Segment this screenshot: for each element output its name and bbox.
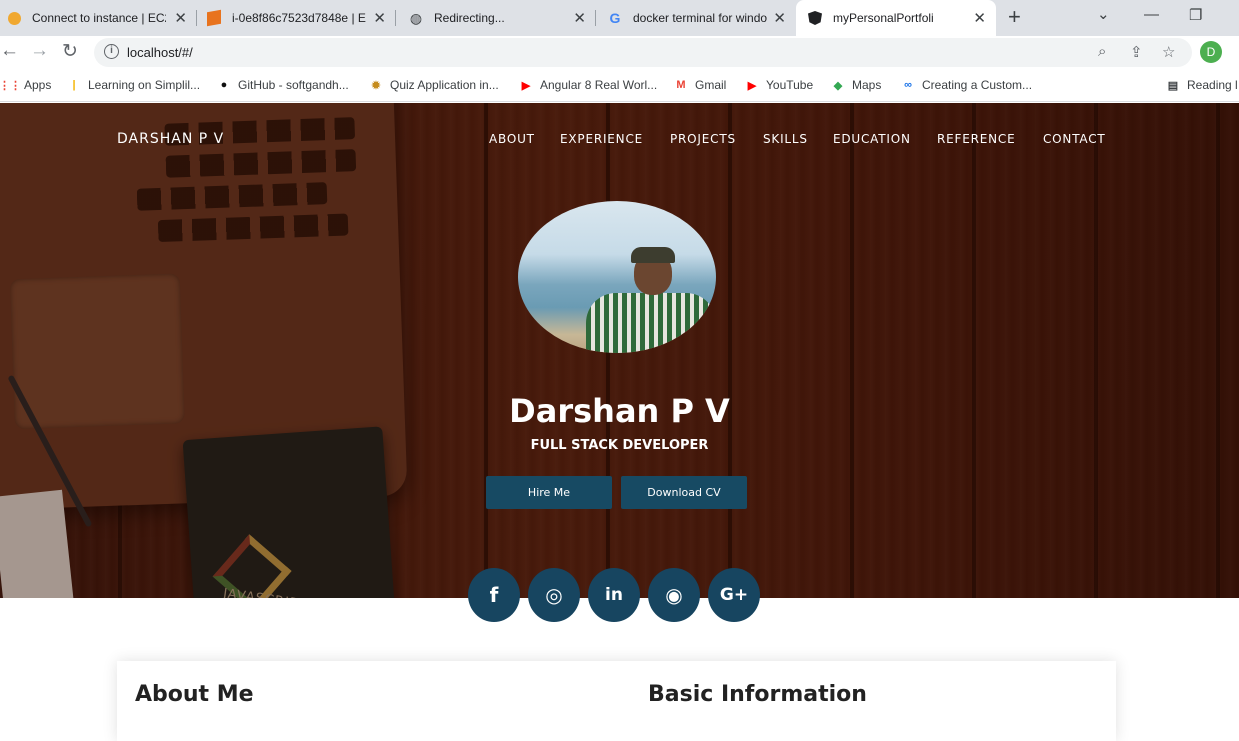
- bookmark-label: Gmail: [695, 78, 727, 92]
- ec2-icon: [206, 9, 222, 27]
- restore-icon[interactable]: ❐: [1189, 6, 1202, 24]
- close-icon[interactable]: ✕: [174, 9, 187, 27]
- apps-grid-icon: ⋮⋮: [0, 79, 21, 92]
- close-icon[interactable]: ✕: [573, 9, 586, 27]
- bookmark-github[interactable]: ● GitHub - softgandh...: [216, 77, 349, 93]
- close-icon[interactable]: ✕: [773, 9, 786, 27]
- bookmark-angular-yt[interactable]: ▶ Angular 8 Real Worl...: [518, 77, 657, 93]
- cc-icon: ∞: [904, 79, 912, 91]
- site-brand[interactable]: DARSHAN P V: [117, 131, 224, 147]
- tab-title: myPersonalPortfoli: [833, 11, 934, 25]
- facebook-icon[interactable]: f: [468, 568, 520, 622]
- nav-education[interactable]: EDUCATION: [833, 132, 911, 146]
- nav-experience[interactable]: EXPERIENCE: [560, 132, 643, 146]
- tab-ec2-connect[interactable]: Connect to instance | EC2 ✕: [0, 0, 197, 36]
- bookmark-label: YouTube: [766, 78, 814, 92]
- nav-projects[interactable]: PROJECTS: [670, 132, 736, 146]
- zoom-icon[interactable]: ⌕: [1098, 43, 1106, 60]
- bookmark-maps[interactable]: ◆ Maps: [830, 77, 882, 93]
- browser-toolbar: ← → ↻ i localhost/#/ ⌕ ⇪ ☆ D: [0, 36, 1239, 70]
- github-icon[interactable]: ◉: [648, 568, 700, 622]
- bookmark-gmail[interactable]: M Gmail: [673, 77, 726, 93]
- bookmarks-bar: ⋮⋮ Apps | Learning on Simplil... ● GitHu…: [0, 70, 1239, 102]
- bookmark-label: Creating a Custom...: [922, 78, 1033, 92]
- close-icon[interactable]: ✕: [373, 9, 386, 27]
- tab-docker-search[interactable]: G docker terminal for windo ✕: [596, 0, 796, 36]
- share-icon[interactable]: ⇪: [1130, 43, 1143, 61]
- angular-icon: [807, 10, 823, 26]
- hire-me-button[interactable]: Hire Me: [486, 476, 612, 509]
- bookmark-label: Reading l: [1187, 78, 1238, 92]
- about-heading: About Me: [135, 682, 254, 707]
- profile-photo: [518, 201, 716, 353]
- tab-strip: Connect to instance | EC2 ✕ i-0e8f86c752…: [0, 0, 1239, 36]
- photo-shirt: [586, 293, 716, 353]
- download-cv-button[interactable]: Download CV: [621, 476, 747, 509]
- tab-title: Connect to instance | EC2: [32, 11, 166, 25]
- tab-portfolio[interactable]: myPersonalPortfoli ✕: [796, 0, 996, 36]
- tab-title: i-0e8f86c7523d7848e | EC: [232, 11, 366, 25]
- bookmark-label: Angular 8 Real Worl...: [540, 78, 658, 92]
- bookmark-reading-list[interactable]: ▤ Reading l: [1165, 77, 1238, 93]
- new-tab-icon[interactable]: +: [1008, 4, 1021, 30]
- bookmark-label: Quiz Application in...: [390, 78, 499, 92]
- bookmark-simplilearn[interactable]: | Learning on Simplil...: [66, 77, 200, 93]
- gmail-icon: M: [676, 79, 686, 91]
- tab-ec2-instance[interactable]: i-0e8f86c7523d7848e | EC ✕: [197, 0, 396, 36]
- nav-about[interactable]: ABOUT: [489, 132, 535, 146]
- reading-list-icon: ▤: [1167, 79, 1179, 92]
- hero-name: Darshan P V: [509, 392, 730, 430]
- youtube-icon: ▶: [747, 79, 757, 92]
- hero-role: FULL STACK DEVELOPER: [530, 438, 709, 453]
- bookmark-custom[interactable]: ∞ Creating a Custom...: [900, 77, 1032, 93]
- close-icon[interactable]: ✕: [973, 9, 986, 27]
- bookmark-youtube[interactable]: ▶ YouTube: [744, 77, 813, 93]
- github-icon: ●: [220, 79, 228, 91]
- tab-title: docker terminal for windo: [633, 11, 767, 25]
- simplilearn-icon: |: [72, 79, 76, 91]
- photo-cap: [631, 247, 675, 263]
- profile-avatar[interactable]: D: [1200, 41, 1222, 63]
- back-icon[interactable]: ←: [0, 40, 19, 62]
- tab-title: Redirecting...: [434, 11, 505, 25]
- nav-reference[interactable]: REFERENCE: [937, 132, 1015, 146]
- google-plus-icon[interactable]: G+: [708, 568, 760, 622]
- tab-redirecting[interactable]: ◍ Redirecting... ✕: [396, 0, 596, 36]
- quiz-icon: ✹: [371, 79, 381, 92]
- minimize-icon[interactable]: —: [1144, 6, 1159, 23]
- bookmark-label: GitHub - softgandh...: [238, 78, 349, 92]
- bookmark-label: Maps: [852, 78, 882, 92]
- reload-icon[interactable]: ↻: [62, 40, 78, 63]
- linkedin-icon[interactable]: in: [588, 568, 640, 622]
- social-links: f ◎ in ◉ G+: [0, 568, 1239, 624]
- bookmark-star-icon[interactable]: ☆: [1162, 43, 1175, 61]
- globe-icon: ◍: [409, 9, 423, 26]
- nav-contact[interactable]: CONTACT: [1043, 132, 1106, 146]
- bookmark-apps[interactable]: ⋮⋮ Apps: [0, 77, 52, 93]
- nav-skills[interactable]: SKILLS: [763, 132, 808, 146]
- maps-icon: ◆: [833, 79, 843, 92]
- aws-icon: [6, 10, 22, 26]
- site-info-icon[interactable]: i: [104, 44, 119, 59]
- youtube-icon: ▶: [521, 79, 531, 92]
- google-icon: G: [609, 10, 621, 26]
- instagram-icon[interactable]: ◎: [528, 568, 580, 622]
- bookmark-label: Learning on Simplil...: [88, 78, 201, 92]
- about-card: About Me Basic Information: [117, 661, 1116, 741]
- address-bar[interactable]: i localhost/#/ ⌕ ⇪ ☆: [94, 38, 1192, 67]
- basic-info-heading: Basic Information: [648, 682, 867, 707]
- tab-search-icon[interactable]: ⌄: [1097, 5, 1110, 23]
- url-text[interactable]: localhost/#/: [127, 45, 193, 60]
- forward-icon[interactable]: →: [30, 40, 49, 62]
- bookmark-quiz[interactable]: ✹ Quiz Application in...: [368, 77, 499, 93]
- hero-section: JAVASCRIPT & JQUERY DARSHAN P V ABOUT EX…: [0, 103, 1239, 598]
- bookmark-label: Apps: [24, 78, 52, 92]
